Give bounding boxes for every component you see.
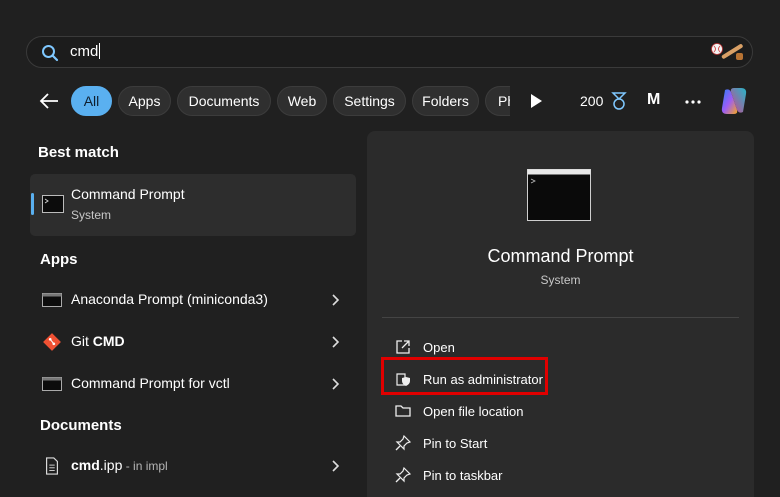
action-pin-to-taskbar[interactable]: Pin to taskbar xyxy=(382,460,739,490)
search-input[interactable]: cmd xyxy=(70,43,101,60)
document-result-cmd-ipp[interactable]: cmd.ipp - in impl xyxy=(30,446,356,486)
document-result-label: cmd.ipp - in impl xyxy=(71,457,168,473)
filter-chip-settings[interactable]: Settings xyxy=(333,86,406,116)
best-match-heading: Best match xyxy=(38,144,119,161)
chevron-right-icon[interactable] xyxy=(331,335,340,349)
filter-chip-documents[interactable]: Documents xyxy=(177,86,271,116)
action-label: Pin to Start xyxy=(423,436,488,451)
action-label: Open file location xyxy=(423,404,524,419)
more-options-icon[interactable] xyxy=(684,99,702,105)
documents-heading: Documents xyxy=(40,417,122,434)
app-result-git-cmd[interactable]: Git CMD xyxy=(30,322,356,362)
best-match-subtitle: System xyxy=(71,208,112,222)
action-pin-to-start[interactable]: Pin to Start xyxy=(382,428,739,458)
selection-indicator xyxy=(31,193,34,215)
best-match-name: Command Prompt xyxy=(71,186,185,202)
detail-pane: Command Prompt System Open Run as admini… xyxy=(367,131,754,497)
filter-chip-folders[interactable]: Folders xyxy=(412,86,479,116)
search-bar[interactable]: cmd xyxy=(26,36,753,68)
app-result-label: Anaconda Prompt (miniconda3) xyxy=(71,291,268,307)
copilot-icon[interactable] xyxy=(718,86,750,116)
best-match-command-prompt[interactable]: Command Prompt System xyxy=(30,174,356,236)
search-icon xyxy=(42,45,59,62)
action-open-file-location[interactable]: Open file location xyxy=(382,396,739,426)
rewards-points[interactable]: 200 xyxy=(580,93,603,109)
baseball-bat-icon xyxy=(711,43,743,60)
action-label: Open xyxy=(423,340,455,355)
pin-icon xyxy=(395,435,411,451)
divider xyxy=(382,317,739,318)
app-result-anaconda-prompt[interactable]: Anaconda Prompt (miniconda3) xyxy=(30,280,356,320)
detail-subtitle: System xyxy=(540,273,581,287)
git-icon xyxy=(43,333,61,351)
avatar[interactable]: M xyxy=(647,91,660,109)
chevron-right-icon[interactable] xyxy=(331,377,340,391)
apps-heading: Apps xyxy=(40,251,78,268)
filter-chip-apps[interactable]: Apps xyxy=(118,86,171,116)
detail-title: Command Prompt xyxy=(487,246,634,266)
chevron-right-icon[interactable] xyxy=(331,293,340,307)
filter-chip-all[interactable]: All xyxy=(71,86,112,116)
play-icon[interactable] xyxy=(529,93,543,109)
app-result-label: Command Prompt for vctl xyxy=(71,375,230,391)
filter-chip-web[interactable]: Web xyxy=(277,86,327,116)
folder-icon xyxy=(395,405,411,417)
terminal-icon xyxy=(42,195,64,213)
terminal-icon xyxy=(42,293,62,307)
app-result-label: Git CMD xyxy=(71,333,125,349)
chevron-right-icon[interactable] xyxy=(331,459,340,473)
open-external-icon xyxy=(396,340,410,354)
pin-icon xyxy=(395,467,411,483)
filter-chip-photos[interactable]: Ph xyxy=(485,86,510,116)
action-label: Pin to taskbar xyxy=(423,468,503,483)
app-result-command-prompt-vctl[interactable]: Command Prompt for vctl xyxy=(30,364,356,404)
back-arrow-icon[interactable] xyxy=(38,90,60,112)
highlight-annotation-box xyxy=(381,357,548,395)
terminal-icon xyxy=(42,377,62,391)
document-icon xyxy=(46,457,58,475)
rewards-icon[interactable] xyxy=(610,91,628,111)
command-prompt-large-icon xyxy=(527,169,591,221)
